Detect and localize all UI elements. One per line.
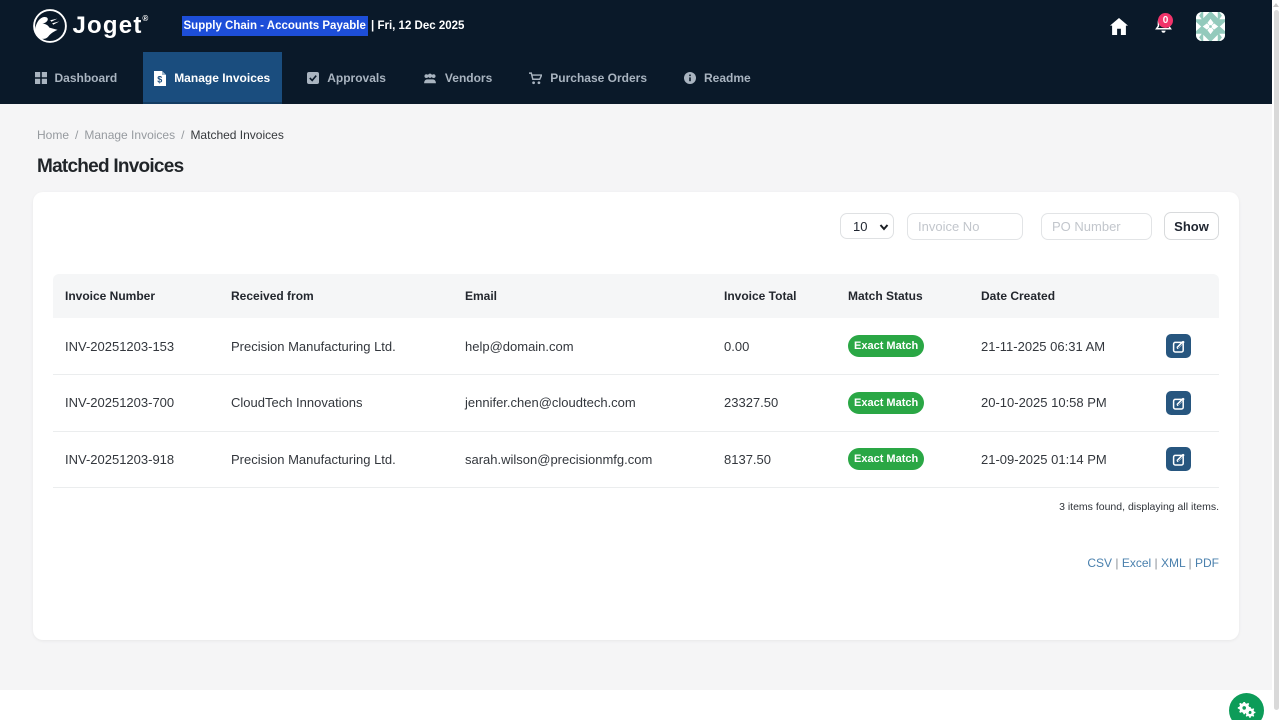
svg-text:$: $ bbox=[157, 74, 162, 84]
